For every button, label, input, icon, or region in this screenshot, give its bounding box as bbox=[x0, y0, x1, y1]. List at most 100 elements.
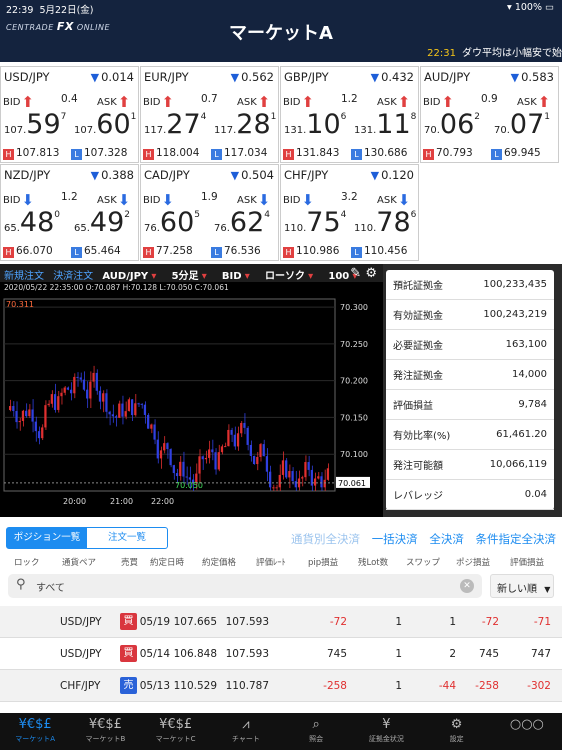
currency-icon: ¥€$£ bbox=[88, 717, 122, 732]
account-value: 9,784 bbox=[518, 399, 547, 410]
change-value: ▼ 0.504 bbox=[230, 168, 274, 182]
position-row[interactable]: CHF/JPY 売 05/13 110.529 110.787 -258 1 -44 -258 -… bbox=[0, 670, 562, 702]
ask-price[interactable]: 65.492 bbox=[74, 207, 130, 238]
last-price-label: 70.061 bbox=[338, 479, 366, 488]
bid-price[interactable]: 76.605 bbox=[144, 207, 200, 238]
column-header[interactable]: 通貨ペア bbox=[62, 556, 96, 568]
column-header[interactable]: 約定価格 bbox=[202, 556, 236, 568]
nav-item[interactable]: ¥€$£ マーケットB bbox=[70, 713, 140, 750]
position-pos-pl: -72 bbox=[481, 616, 499, 628]
conditional-settle-button[interactable]: 条件指定全決済 bbox=[476, 532, 557, 546]
settle-all-button[interactable]: 全決済 bbox=[429, 532, 464, 546]
change-value: ▼ 0.432 bbox=[370, 70, 414, 84]
triangle-down-icon: ▼ bbox=[370, 169, 380, 182]
news-ticker[interactable]: 22:31 ダウ平均は小幅安で始 bbox=[427, 44, 562, 59]
chart-type-select[interactable]: ローソク ▾ bbox=[265, 271, 319, 282]
column-header[interactable]: スワップ bbox=[406, 556, 440, 568]
candle bbox=[37, 431, 41, 439]
column-header[interactable]: ポジ損益 bbox=[456, 556, 490, 568]
bid-price[interactable]: 65.480 bbox=[4, 207, 60, 238]
account-value: 100,233,435 bbox=[483, 279, 547, 290]
rate-tile[interactable]: EUR/JPY ▼ 0.562 BID⬆ 0.7 ASK⬆ 117.274 117.281 H 1… bbox=[140, 66, 279, 163]
pair-name: NZD/JPY bbox=[4, 168, 51, 182]
nav-item[interactable]: ○○○ bbox=[492, 713, 562, 750]
column-header[interactable]: 残Lot数 bbox=[358, 556, 388, 568]
candle bbox=[82, 379, 86, 390]
column-header[interactable]: 売買 bbox=[121, 556, 138, 568]
rate-tile[interactable]: CHF/JPY ▼ 0.120 BID⬇ 3.2 ASK⬇ 110.754 110.786 H 1… bbox=[280, 164, 419, 261]
position-date: 05/14 bbox=[139, 648, 170, 660]
tab-orders[interactable]: 注文一覧 bbox=[87, 528, 167, 548]
period-select[interactable]: 5分足 ▾ bbox=[172, 271, 213, 282]
position-pos-pl: 745 bbox=[478, 648, 499, 660]
position-price: 110.529 bbox=[173, 680, 217, 692]
ask-price[interactable]: 110.786 bbox=[354, 207, 416, 238]
candle bbox=[111, 414, 114, 417]
spread-value: 1.9 bbox=[201, 191, 218, 203]
bulk-settle-button[interactable]: 一括決済 bbox=[372, 532, 418, 546]
column-header[interactable]: 評価ﾚｰﾄ bbox=[256, 556, 286, 568]
search-input[interactable]: ⚲ すべて ✕ bbox=[8, 574, 482, 598]
ask-price[interactable]: 107.601 bbox=[74, 109, 136, 140]
account-value: 10,066,119 bbox=[489, 459, 547, 470]
bottom-nav: ¥€$£ マーケットA ¥€$£ マーケットB ¥€$£ マーケットC ⩘ チャート ⌕ 照会 ¥ 証… bbox=[0, 713, 562, 750]
nav-item[interactable]: ¥€$£ マーケットC bbox=[141, 713, 211, 750]
candle bbox=[34, 421, 37, 432]
rate-tile[interactable]: GBP/JPY ▼ 0.432 BID⬆ 1.2 ASK⬆ 131.106 131.118 H 1… bbox=[280, 66, 419, 163]
column-header[interactable]: 評価損益 bbox=[510, 556, 544, 568]
settle-by-currency-button[interactable]: 通貨別全決済 bbox=[291, 532, 360, 546]
ask-price[interactable]: 117.281 bbox=[214, 109, 276, 140]
candle bbox=[201, 456, 204, 460]
candle bbox=[278, 474, 281, 488]
candle bbox=[301, 477, 304, 479]
candlestick-chart[interactable]: 70.300 70.250 70.200 70.150 70.100 20:00 21:00… bbox=[0, 291, 383, 517]
account-value: 61,461.20 bbox=[496, 429, 547, 440]
candle bbox=[224, 446, 227, 448]
nav-item[interactable]: ⚙ 設定 bbox=[422, 713, 492, 750]
column-header[interactable]: 約定日時 bbox=[150, 556, 184, 568]
candle bbox=[252, 455, 256, 465]
rate-tile[interactable]: AUD/JPY ▼ 0.583 BID⬆ 0.9 ASK⬆ 70.062 70.071 H 70.… bbox=[420, 66, 559, 163]
search-icon: ⚲ bbox=[16, 577, 26, 592]
candle bbox=[137, 403, 140, 405]
candle bbox=[214, 452, 217, 470]
pair-select[interactable]: AUD/JPY ▾ bbox=[102, 271, 162, 282]
low-value: L 65.464 bbox=[71, 245, 121, 258]
settle-order-button[interactable]: 決済注文 bbox=[53, 271, 93, 282]
ask-price[interactable]: 76.624 bbox=[214, 207, 270, 238]
nav-item[interactable]: ⩘ チャート bbox=[211, 713, 281, 750]
chart-panel[interactable]: 新規注文 決済注文 AUD/JPY ▾ 5分足 ▾ BID ▾ ローソク ▾ 1… bbox=[0, 264, 383, 517]
new-order-button[interactable]: 新規注文 bbox=[4, 271, 44, 282]
bid-price[interactable]: 117.274 bbox=[144, 109, 206, 140]
position-row[interactable]: USD/JPY 買 05/19 107.665 107.593 -72 1 1 -72 -71 bbox=[0, 606, 562, 638]
change-value: ▼ 0.562 bbox=[230, 70, 274, 84]
pencil-icon[interactable]: ✎ bbox=[350, 266, 361, 281]
ask-price[interactable]: 131.118 bbox=[354, 109, 416, 140]
nav-item[interactable]: ⌕ 照会 bbox=[281, 713, 351, 750]
position-eval-pl: -71 bbox=[533, 616, 551, 628]
pair-name: EUR/JPY bbox=[144, 70, 189, 84]
candle bbox=[147, 414, 150, 429]
column-header[interactable]: pip損益 bbox=[308, 556, 338, 568]
bid-price[interactable]: 110.754 bbox=[284, 207, 346, 238]
chart-toolbar: 新規注文 決済注文 AUD/JPY ▾ 5分足 ▾ BID ▾ ローソク ▾ 1… bbox=[0, 264, 383, 282]
rate-tile[interactable]: CAD/JPY ▼ 0.504 BID⬇ 1.9 ASK⬇ 76.605 76.624 H 77.… bbox=[140, 164, 279, 261]
bid-price[interactable]: 131.106 bbox=[284, 109, 346, 140]
side-select[interactable]: BID ▾ bbox=[222, 271, 256, 282]
candle bbox=[163, 443, 166, 451]
tab-positions[interactable]: ポジション一覧 bbox=[7, 528, 87, 548]
candle bbox=[188, 477, 192, 480]
clear-icon[interactable]: ✕ bbox=[460, 579, 474, 593]
nav-item[interactable]: ¥ 証拠金状況 bbox=[351, 713, 421, 750]
position-side: 買 bbox=[120, 645, 137, 662]
column-header[interactable]: ロック bbox=[14, 556, 40, 568]
rate-tile[interactable]: NZD/JPY ▼ 0.388 BID⬇ 1.2 ASK⬇ 65.480 65.492 H 66.… bbox=[0, 164, 139, 261]
rate-tile[interactable]: USD/JPY ▼ 0.014 BID⬆ 0.4 ASK⬆ 107.597 107.601 H 1… bbox=[0, 66, 139, 163]
position-row[interactable]: USD/JPY 買 05/14 106.848 107.593 745 1 2 745 747 bbox=[0, 638, 562, 670]
bid-price[interactable]: 107.597 bbox=[4, 109, 66, 140]
gear-icon[interactable]: ⚙ bbox=[365, 266, 377, 281]
sort-select[interactable]: 新しい順 ▼ bbox=[490, 574, 554, 598]
nav-item[interactable]: ¥€$£ マーケットA bbox=[0, 713, 70, 750]
bid-price[interactable]: 70.062 bbox=[424, 109, 480, 140]
ask-price[interactable]: 70.071 bbox=[494, 109, 550, 140]
